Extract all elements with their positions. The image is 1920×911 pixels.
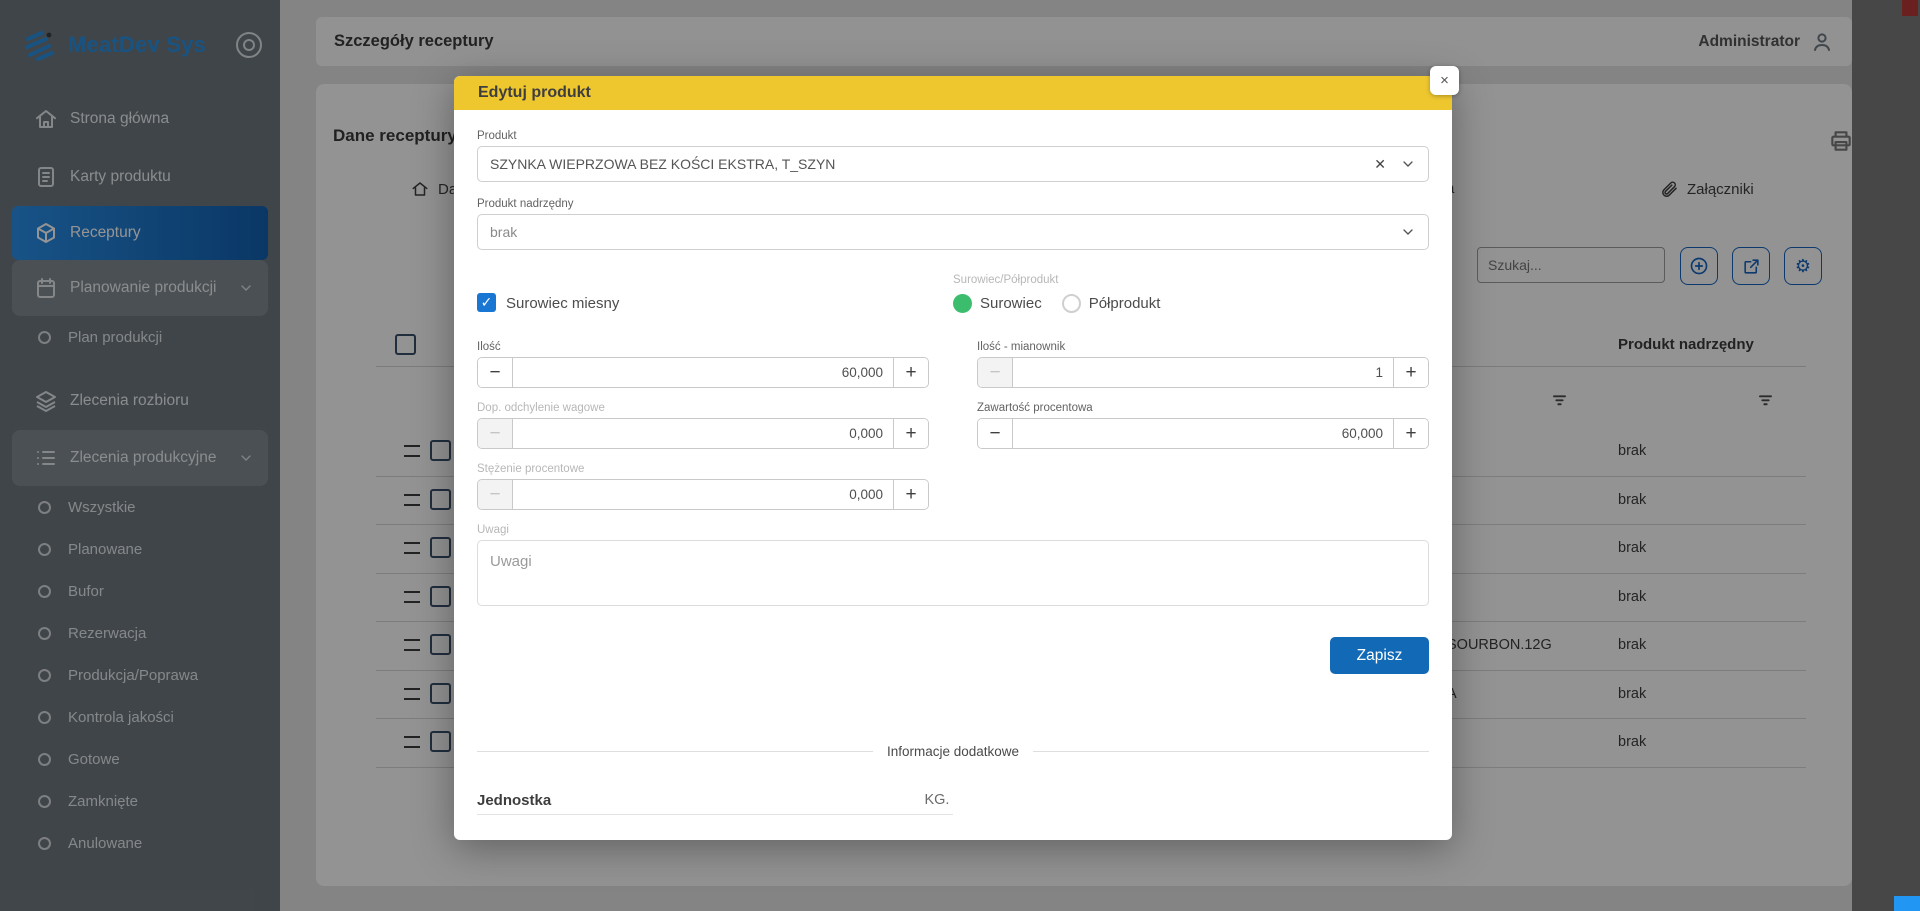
section-divider: Informacje dodatkowe	[477, 744, 1429, 759]
plus-button[interactable]: +	[893, 419, 928, 448]
save-button[interactable]: Zapisz	[1330, 637, 1429, 674]
clear-icon[interactable]: ✕	[1374, 156, 1386, 173]
chevron-down-icon	[1400, 156, 1416, 172]
edit-product-modal: × Edytuj produkt Produkt SZYNKA WIEPRZOW…	[454, 76, 1452, 840]
stezenie-procentowe-field: Stężenie procentowe − +	[477, 463, 929, 510]
produkt-select[interactable]: SZYNKA WIEPRZOWA BEZ KOŚCI EKSTRA, T_SZY…	[477, 146, 1429, 182]
minus-button[interactable]: −	[478, 358, 513, 387]
ilosc-field: Ilość − +	[477, 341, 929, 388]
polprodukt-radio[interactable]	[1062, 294, 1081, 313]
minus-button[interactable]: −	[478, 419, 513, 448]
uwagi-label: Uwagi	[477, 524, 1429, 536]
ilosc-mianownik-label: Ilość - mianownik	[977, 341, 1429, 353]
minus-button[interactable]: −	[978, 419, 1013, 448]
produkt-nadrzedny-select[interactable]: brak	[477, 214, 1429, 250]
zawartosc-procentowa-field: Zawartość procentowa − +	[977, 402, 1429, 449]
minus-button[interactable]: −	[478, 480, 513, 509]
zawartosc-procentowa-label: Zawartość procentowa	[977, 402, 1429, 414]
chevron-down-icon	[1400, 224, 1416, 240]
scroll-marker-bottom	[1894, 896, 1920, 911]
divider-label: Informacje dodatkowe	[887, 744, 1019, 759]
stezenie-procentowe-input[interactable]	[513, 480, 893, 509]
polprodukt-radio-label: Półprodukt	[1089, 295, 1161, 312]
surowiec-radio[interactable]	[953, 294, 972, 313]
stezenie-procentowe-label: Stężenie procentowe	[477, 463, 929, 475]
stezenie-procentowe-stepper: − +	[477, 479, 929, 510]
zawartosc-procentowa-input[interactable]	[1013, 419, 1393, 448]
ilosc-mianownik-stepper: − +	[977, 357, 1429, 388]
scroll-marker-top	[1902, 0, 1918, 16]
ilosc-input[interactable]	[513, 358, 893, 387]
surowiec-miesny-checkbox[interactable]: ✓	[477, 293, 496, 312]
ilosc-label: Ilość	[477, 341, 929, 353]
close-icon[interactable]: ×	[1430, 66, 1459, 95]
ilosc-mianownik-input[interactable]	[1013, 358, 1393, 387]
jednostka-value: KG.	[924, 792, 949, 808]
dop-odchylenie-label: Dop. odchylenie wagowe	[477, 402, 929, 414]
zawartosc-procentowa-stepper: − +	[977, 418, 1429, 449]
plus-button[interactable]: +	[1393, 419, 1428, 448]
produkt-label: Produkt	[477, 130, 1429, 142]
produkt-value: SZYNKA WIEPRZOWA BEZ KOŚCI EKSTRA, T_SZY…	[490, 156, 1374, 172]
ilosc-mianownik-field: Ilość - mianownik − +	[977, 341, 1429, 388]
dop-odchylenie-stepper: − +	[477, 418, 929, 449]
plus-button[interactable]: +	[893, 358, 928, 387]
produkt-nadrzedny-value: brak	[490, 224, 1400, 240]
divider-line	[1033, 751, 1429, 752]
jednostka-row: Jednostka KG.	[477, 785, 1429, 815]
surowiec-radio-label: Surowiec	[980, 295, 1042, 312]
dop-odchylenie-field: Dop. odchylenie wagowe − +	[477, 402, 929, 449]
dop-odchylenie-input[interactable]	[513, 419, 893, 448]
minus-button[interactable]: −	[978, 358, 1013, 387]
plus-button[interactable]: +	[893, 480, 928, 509]
modal-title: Edytuj produkt	[454, 76, 1452, 110]
uwagi-textarea[interactable]	[477, 540, 1429, 606]
produkt-nadrzedny-label: Produkt nadrzędny	[477, 198, 1429, 210]
surowiec-miesny-label: Surowiec miesny	[506, 295, 619, 312]
surowiec-polprodukt-label: Surowiec/Półprodukt	[953, 274, 1180, 286]
divider-line	[477, 751, 873, 752]
jednostka-label: Jednostka	[477, 792, 924, 809]
plus-button[interactable]: +	[1393, 358, 1428, 387]
ilosc-stepper: − +	[477, 357, 929, 388]
scrollbar-strip[interactable]	[1852, 0, 1920, 911]
